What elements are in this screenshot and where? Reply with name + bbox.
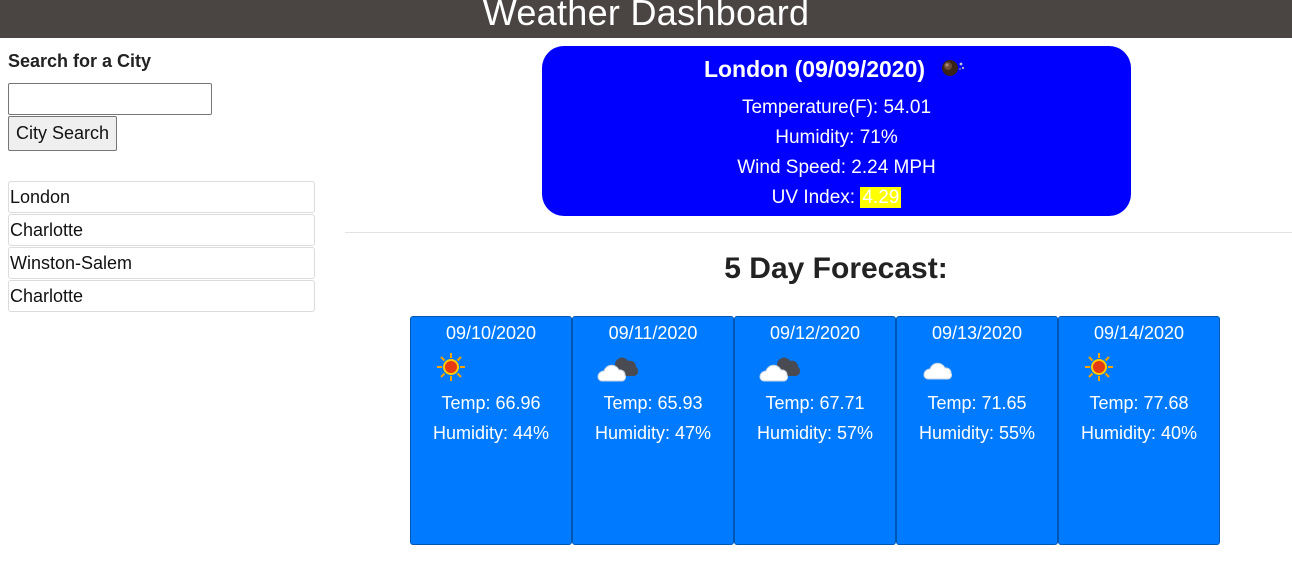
current-weather-card: London (09/09/2020) Temperature(F): 54.0… [542, 46, 1131, 216]
sun-icon [411, 347, 571, 387]
current-city-title: London (09/09/2020) [703, 56, 926, 82]
current-weather-heading: London (09/09/2020) [542, 46, 1131, 83]
forecast-humidity: Humidity: 47% [594, 423, 712, 443]
history-item[interactable]: Charlotte [8, 280, 315, 312]
current-uv-index: UV Index: 4.29 [542, 183, 1131, 213]
forecast-date: 09/12/2020 [769, 323, 861, 343]
forecast-humidity: Humidity: 55% [918, 423, 1036, 443]
cloud-icon [897, 347, 1057, 387]
search-title: Search for a City [8, 51, 152, 71]
forecast-card: 09/10/2020 Temp: 66.96 Humidity: 44% [410, 316, 572, 545]
forecast-date: 09/14/2020 [1093, 323, 1185, 343]
forecast-temp: Temp: 65.93 [603, 393, 703, 413]
forecast-card: 09/14/2020 Temp: 77.68 Humidity: 40% [1058, 316, 1220, 545]
search-sidebar: Search for a City City Search London Cha… [8, 48, 315, 313]
app-header: Weather Dashboard [0, 0, 1292, 38]
forecast-humidity: Humidity: 57% [756, 423, 874, 443]
sun-icon [1059, 347, 1219, 387]
forecast-humidity: Humidity: 44% [432, 423, 550, 443]
broken-clouds-icon [735, 347, 895, 387]
city-search-input[interactable] [8, 83, 212, 115]
current-wind-speed: Wind Speed: 2.24 MPH [737, 157, 936, 178]
city-search-button[interactable]: City Search [8, 116, 117, 151]
history-item[interactable]: Charlotte [8, 214, 315, 246]
section-divider [345, 232, 1292, 233]
search-history-list: London Charlotte Winston-Salem Charlotte [8, 181, 315, 312]
forecast-date: 09/11/2020 [608, 323, 698, 343]
forecast-temp: Temp: 66.96 [441, 393, 541, 413]
forecast-temp: Temp: 71.65 [927, 393, 1027, 413]
forecast-date: 09/13/2020 [931, 323, 1023, 343]
forecast-card: 09/13/2020 Temp: 71.65 Humidity: 55% [896, 316, 1058, 545]
broken-clouds-icon [573, 347, 733, 387]
night-clear-icon [939, 55, 969, 79]
page-title: Weather Dashboard [482, 0, 810, 33]
forecast-temp: Temp: 77.68 [1089, 393, 1189, 413]
uv-value-badge: 4.29 [860, 187, 902, 208]
forecast-card: 09/12/2020 Temp: 67.71 Humidity: 57% [734, 316, 896, 545]
uv-label: UV Index: [771, 187, 861, 208]
forecast-temp: Temp: 67.71 [765, 393, 865, 413]
current-humidity: Humidity: 71% [775, 127, 898, 148]
forecast-title: 5 Day Forecast: [724, 252, 948, 285]
current-temperature: Temperature(F): 54.01 [741, 97, 932, 118]
forecast-date: 09/10/2020 [445, 323, 537, 343]
history-item[interactable]: London [8, 181, 315, 213]
forecast-humidity: Humidity: 40% [1080, 423, 1198, 443]
history-item[interactable]: Winston-Salem [8, 247, 315, 279]
forecast-row: 09/10/2020 Temp: 66.96 Humidity: 44% 09/… [410, 316, 1220, 545]
forecast-card: 09/11/2020 Temp: 65.93 Humidity: 47% [572, 316, 734, 545]
